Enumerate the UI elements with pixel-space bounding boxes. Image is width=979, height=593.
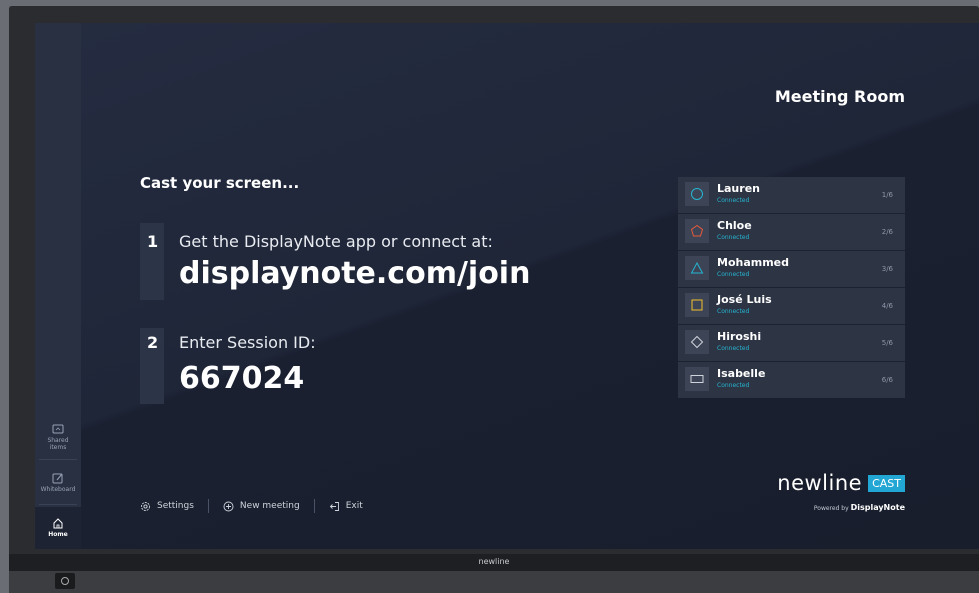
step-1-number: 1	[147, 232, 159, 251]
sidebar-item-shared-items[interactable]: Shared items	[35, 423, 81, 451]
sidebar-item-label: Home	[48, 531, 68, 538]
settings-label: Settings	[157, 501, 194, 511]
sidebar-item-label: Whiteboard	[40, 486, 76, 493]
cast-screen: Shared items Whiteboard Home Meeting Roo…	[35, 23, 979, 549]
gear-icon	[141, 501, 150, 511]
bezel-logo: newline	[478, 557, 510, 566]
footer-actions: Settings New meeting Exit	[140, 499, 363, 513]
participant-status: Connected	[717, 197, 750, 204]
avatar	[685, 182, 709, 206]
sidebar-item-home[interactable]: Home	[35, 507, 81, 549]
display-bottom-bezel: newline	[9, 554, 979, 571]
sidebar-item-label: items	[49, 444, 67, 451]
diamond-icon	[690, 335, 704, 349]
participant-status: Connected	[717, 345, 750, 352]
participant-row: José Luis Connected 4/6	[678, 288, 905, 325]
newline-cast-logo: newline CAST	[777, 471, 905, 495]
participant-name: José Luis	[717, 293, 772, 306]
join-url: displaynote.com/join	[179, 256, 531, 291]
power-icon	[61, 577, 69, 585]
room-name: Meeting Room	[774, 87, 905, 106]
avatar	[685, 330, 709, 354]
participant-count: 4/6	[881, 302, 893, 310]
participant-name: Hiroshi	[717, 330, 762, 343]
participant-status: Connected	[717, 308, 750, 315]
exit-icon	[329, 501, 339, 511]
triangle-icon	[690, 261, 704, 274]
participant-count: 3/6	[881, 265, 893, 273]
participant-name: Chloe	[717, 219, 752, 232]
cast-heading: Cast your screen...	[140, 174, 300, 192]
participant-count: 5/6	[881, 339, 893, 347]
exit-label: Exit	[345, 501, 363, 511]
exit-button[interactable]: Exit	[329, 501, 363, 512]
participant-name: Mohammed	[717, 256, 790, 269]
brand-product-badge: CAST	[868, 474, 905, 492]
avatar	[685, 293, 709, 317]
new-meeting-button[interactable]: New meeting	[223, 501, 300, 512]
pentagon-icon	[690, 224, 704, 237]
sidebar-divider	[39, 459, 77, 460]
participant-name: Isabelle	[717, 367, 766, 380]
participant-name: Lauren	[717, 182, 760, 195]
participant-count: 2/6	[881, 228, 893, 236]
powered-by: Powered by DisplayNote	[814, 503, 905, 512]
display-stand	[9, 571, 979, 593]
power-button[interactable]	[55, 573, 75, 589]
avatar	[685, 219, 709, 243]
powered-brand: DisplayNote	[850, 503, 905, 512]
home-icon	[53, 518, 63, 529]
participant-row: Hiroshi Connected 5/6	[678, 325, 905, 362]
participant-status: Connected	[717, 271, 750, 278]
edit-icon	[52, 473, 63, 484]
add-circle-icon	[223, 501, 234, 511]
footer-divider	[207, 499, 209, 513]
sidebar-item-whiteboard[interactable]: Whiteboard	[35, 472, 81, 493]
new-meeting-label: New meeting	[239, 501, 300, 511]
footer-divider	[313, 499, 315, 513]
avatar	[685, 367, 709, 391]
sidebar: Shared items Whiteboard Home	[35, 23, 81, 549]
participant-count: 6/6	[881, 376, 893, 384]
participants-list: Lauren Connected 1/6 Chloe Connected 2/6…	[678, 177, 905, 398]
participant-status: Connected	[717, 382, 750, 389]
circle-icon	[691, 188, 703, 200]
sidebar-item-label: Shared	[47, 437, 69, 444]
step-2-text: Enter Session ID:	[179, 333, 316, 352]
sidebar-divider	[39, 504, 77, 505]
step-2-number: 2	[147, 333, 159, 352]
folder-icon	[52, 424, 64, 434]
square-icon	[691, 299, 703, 311]
participant-row: Isabelle Connected 6/6	[678, 362, 905, 398]
outer-frame-left	[0, 0, 9, 593]
step-1-text: Get the DisplayNote app or connect at:	[179, 232, 493, 251]
participant-row: Lauren Connected 1/6	[678, 177, 905, 214]
rectangle-icon	[690, 375, 704, 383]
participant-row: Chloe Connected 2/6	[678, 214, 905, 251]
avatar	[685, 256, 709, 280]
powered-prefix: Powered by	[813, 505, 849, 512]
settings-button[interactable]: Settings	[140, 501, 194, 512]
participant-status: Connected	[717, 234, 750, 241]
session-id: 667024	[179, 361, 305, 396]
participant-count: 1/6	[881, 191, 893, 199]
brand-name: newline	[777, 471, 863, 495]
participant-row: Mohammed Connected 3/6	[678, 251, 905, 288]
